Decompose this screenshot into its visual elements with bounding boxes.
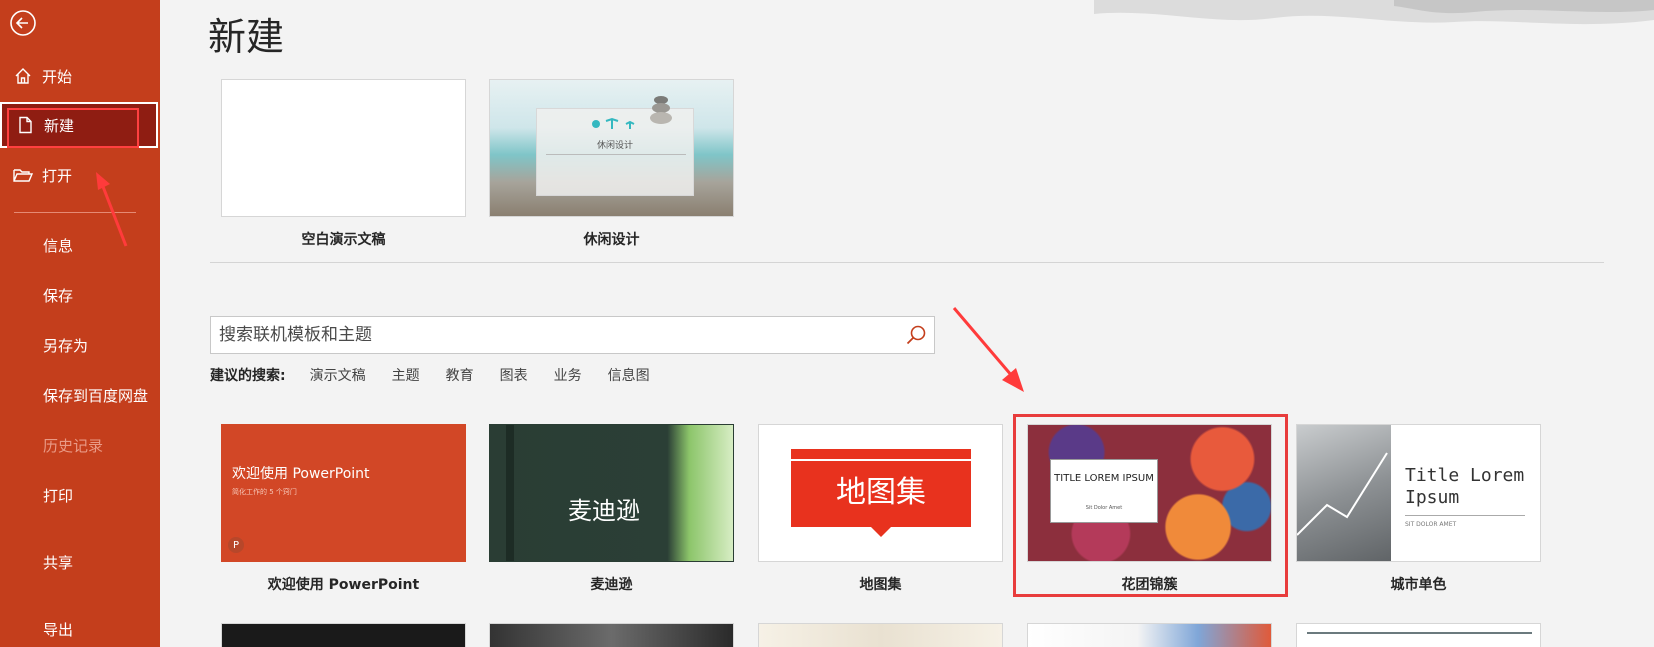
suggested-tag[interactable]: 信息图: [608, 365, 650, 385]
nav-info-label: 信息: [43, 236, 74, 255]
template-partial-city[interactable]: [1027, 623, 1272, 647]
new-document-icon: [14, 114, 36, 136]
palm-icon: [590, 116, 640, 130]
thumb-pointer: [871, 527, 891, 537]
template-blank[interactable]: 空白演示文稿: [221, 79, 466, 249]
template-caption: 欢迎使用 PowerPoint: [267, 577, 420, 593]
thumb-rule: [546, 154, 686, 155]
nav-open-label: 打开: [42, 166, 73, 185]
back-arrow-icon: [10, 10, 36, 36]
suggested-tag[interactable]: 教育: [446, 365, 474, 385]
template-thumbnail: 休闲设计: [489, 79, 734, 217]
template-madison[interactable]: 麦迪逊 麦迪逊: [489, 424, 734, 594]
template-partial-photo[interactable]: [489, 623, 734, 647]
nav-save-as[interactable]: 另存为: [0, 322, 160, 368]
template-thumbnail: Title Lorem Ipsum SIT DOLOR AMET: [1296, 424, 1541, 562]
template-partial-people[interactable]: [758, 623, 1003, 647]
thumb-rule: [1307, 632, 1532, 634]
thumb-rule: [791, 459, 971, 461]
thumb-title: 欢迎使用 PowerPoint: [232, 466, 370, 482]
back-button[interactable]: [8, 8, 38, 38]
template-caption: 休闲设计: [583, 232, 640, 248]
nav-print[interactable]: 打印: [0, 472, 160, 518]
nav-home[interactable]: 开始: [0, 53, 160, 99]
template-thumbnail: 地图集: [758, 424, 1003, 562]
nav-history-label: 历史记录: [43, 436, 104, 455]
nav-print-label: 打印: [43, 486, 74, 505]
search-input[interactable]: [211, 317, 898, 353]
nav-share[interactable]: 共享: [0, 539, 160, 585]
main-panel: 新建 空白演示文稿 休闲设计 休闲设计 建议的搜索: 演示文稿 主题 教育: [160, 0, 1654, 647]
thumb-title: 休闲设计: [596, 141, 633, 151]
template-city-mono[interactable]: Title Lorem Ipsum SIT DOLOR AMET 城市单色: [1296, 424, 1541, 594]
annotation-arrow-icon: [96, 172, 128, 247]
template-partial-dark[interactable]: [221, 623, 466, 647]
trend-line-icon: [1297, 452, 1388, 536]
template-atlas[interactable]: 地图集 地图集: [758, 424, 1003, 594]
nav-save-baidu-label: 保存到百度网盘: [43, 386, 149, 405]
thumb-title: 地图集: [836, 475, 926, 510]
suggested-searches: 建议的搜索: 演示文稿 主题 教育 图表 业务 信息图: [210, 365, 676, 385]
template-caption: 地图集: [859, 577, 902, 593]
nav-save-as-label: 另存为: [43, 336, 89, 355]
page-title: 新建: [208, 15, 285, 59]
template-partial-minimal[interactable]: [1296, 623, 1541, 647]
template-welcome[interactable]: 欢迎使用 PowerPoint 简化工作的 5 个窍门 P 欢迎使用 Power…: [221, 424, 466, 594]
backstage-sidebar: 开始 新建 打开 信息 保存 另存为 保存到百度网盘 历史记录 打印 共享 导出: [0, 0, 160, 647]
template-thumbnail: 麦迪逊: [489, 424, 734, 562]
template-leisure[interactable]: 休闲设计 休闲设计: [489, 79, 734, 249]
nav-new-label: 新建: [44, 116, 75, 135]
template-caption: 城市单色: [1390, 577, 1447, 593]
nav-new[interactable]: 新建: [0, 102, 158, 148]
decorative-brush-icon: [1094, 0, 1654, 25]
section-divider: [210, 262, 1604, 263]
template-thumbnail: [221, 79, 466, 217]
nav-save-baidu[interactable]: 保存到百度网盘: [0, 372, 160, 418]
suggested-tag[interactable]: 演示文稿: [310, 365, 366, 385]
thumb-title: Title Lorem Ipsum: [1405, 465, 1525, 508]
thumb-rule: [1405, 515, 1525, 516]
template-caption: 麦迪逊: [590, 577, 633, 593]
template-thumbnail: 欢迎使用 PowerPoint 简化工作的 5 个窍门 P: [221, 424, 466, 562]
nav-share-label: 共享: [43, 553, 74, 572]
thumb-subtitle: 简化工作的 5 个窍门: [232, 488, 297, 496]
nav-save-label: 保存: [43, 286, 74, 305]
suggested-tag[interactable]: 主题: [392, 365, 420, 385]
thumb-stripe: [506, 425, 514, 561]
template-caption: 空白演示文稿: [301, 232, 386, 248]
suggested-tag[interactable]: 业务: [554, 365, 582, 385]
home-icon: [12, 65, 34, 87]
nav-export[interactable]: 导出: [0, 606, 160, 647]
stones-icon: [650, 94, 672, 124]
nav-home-label: 开始: [42, 67, 73, 86]
search-icon[interactable]: [898, 317, 934, 353]
annotation-arrow-icon: [952, 307, 1024, 392]
thumb-title: 麦迪逊: [568, 497, 640, 525]
template-search: [210, 316, 935, 354]
nav-save[interactable]: 保存: [0, 272, 160, 318]
powerpoint-logo-icon: P: [228, 537, 244, 553]
folder-open-icon: [12, 164, 34, 186]
suggested-tag[interactable]: 图表: [500, 365, 528, 385]
annotation-highlight: [1013, 414, 1288, 597]
thumb-subtitle: SIT DOLOR AMET: [1405, 521, 1457, 528]
nav-history: 历史记录: [0, 422, 160, 468]
nav-export-label: 导出: [43, 620, 74, 639]
suggested-label: 建议的搜索:: [210, 368, 286, 384]
